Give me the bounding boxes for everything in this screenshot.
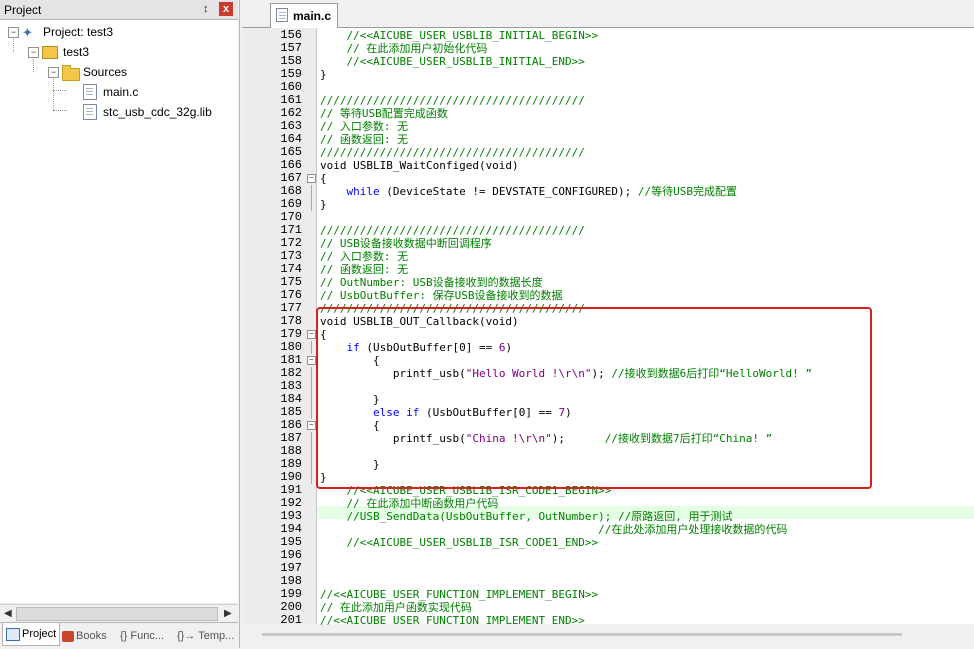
code-line: } <box>320 68 327 81</box>
code-line: } <box>320 198 327 211</box>
annotation-box <box>316 307 872 489</box>
editor-horizontal-scrollbar[interactable] <box>242 625 974 648</box>
editor-tab-strip: main.c <box>242 0 974 28</box>
tab-main-c[interactable]: main.c <box>270 3 338 28</box>
code-line: // USB设备接收数据中断回调程序 <box>320 237 492 250</box>
code-line: // 入口参数: 无 <box>320 120 409 133</box>
scroll-left-icon[interactable]: ◀ <box>4 608 12 619</box>
code-line: //USB_SendData(UsbOutBuffer, OutNumber);… <box>320 510 733 523</box>
project-panel: Project ↕ x − ✦ Project: test3 − test3 −… <box>0 0 240 649</box>
tab-label: main.c <box>293 9 332 23</box>
code-line: // 入口参数: 无 <box>320 250 409 263</box>
panel-tabs: Project Books {} Func... {}→ Temp... <box>0 622 238 649</box>
code-line: //<<AICUBE_USER_USBLIB_INITIAL_END>> <box>320 55 585 68</box>
fold-guide <box>311 445 312 458</box>
code-line: //<<AICUBE_USER_FUNCTION_IMPLEMENT_BEGIN… <box>320 588 599 601</box>
close-icon[interactable]: x <box>219 2 233 16</box>
tab-project[interactable]: Project <box>2 623 61 646</box>
fold-toggle-icon[interactable]: − <box>307 356 316 365</box>
tree-item-main-c[interactable]: main.c <box>0 83 200 101</box>
editor-pane: main.c 156 //<<AICUBE_USER_USBLIB_INITIA… <box>242 0 974 648</box>
tree-item-sources[interactable]: − Sources <box>0 63 200 81</box>
code-line: { <box>320 172 327 185</box>
file-icon <box>83 104 97 120</box>
code-line: // UsbOutBuffer: 保存USB设备接收到的数据 <box>320 289 563 302</box>
fold-guide <box>311 406 312 419</box>
tab-functions[interactable]: {} Func... <box>120 627 164 645</box>
fold-guide <box>311 185 312 198</box>
project-tree: − ✦ Project: test3 − test3 − Sources mai… <box>0 20 238 603</box>
tree-item-label: test3 <box>63 45 90 59</box>
fold-guide <box>311 380 312 393</box>
project-tab-icon <box>6 627 20 641</box>
file-icon <box>276 8 288 22</box>
fold-guide <box>311 471 312 484</box>
tree-item-label: Sources <box>83 65 128 79</box>
tree-item-lib[interactable]: stc_usb_cdc_32g.lib <box>0 103 220 121</box>
books-icon <box>62 630 74 642</box>
target-icon <box>42 46 58 59</box>
tree-item-label: stc_usb_cdc_32g.lib <box>103 105 212 119</box>
collapse-icon[interactable]: − <box>48 67 59 78</box>
tree-item-target[interactable]: − test3 <box>0 43 200 61</box>
project-panel-title: Project <box>4 3 42 17</box>
fold-guide <box>311 367 312 380</box>
project-panel-header: Project ↕ x <box>0 0 238 20</box>
collapse-icon[interactable]: − <box>8 27 19 38</box>
code-line: // 在此添加中断函数用户代码 <box>320 497 499 510</box>
fold-toggle-icon[interactable]: − <box>307 330 316 339</box>
code-line: // 函数返回: 无 <box>320 263 409 276</box>
tree-item-label: Project: test3 <box>43 25 114 39</box>
code-line: void USBLIB_WaitConfiged(void) <box>320 159 519 172</box>
folder-icon <box>62 65 80 81</box>
pin-icon[interactable]: ↕ <box>203 3 209 15</box>
file-icon <box>83 84 97 100</box>
code-line: // OutNumber: USB设备接收到的数据长度 <box>320 276 543 289</box>
tab-books[interactable]: Books <box>62 627 107 645</box>
code-line: while (DeviceState != DEVSTATE_CONFIGURE… <box>346 185 738 198</box>
tree-horizontal-scrollbar[interactable]: ◀ ▶ <box>0 604 238 622</box>
fold-toggle-icon[interactable]: − <box>307 421 316 430</box>
project-icon: ✦ <box>22 25 33 40</box>
code-line: //////////////////////////////////////// <box>320 94 585 107</box>
fold-toggle-icon[interactable]: − <box>307 174 316 183</box>
collapse-icon[interactable]: − <box>28 47 39 58</box>
code-line: //<<AICUBE_USER_USBLIB_ISR_CODE1_END>> <box>320 536 599 549</box>
code-line: // 等待USB配置完成函数 <box>320 107 448 120</box>
code-editor[interactable]: 156 //<<AICUBE_USER_USBLIB_INITIAL_BEGIN… <box>244 28 974 627</box>
fold-guide <box>311 432 312 445</box>
fold-guide <box>311 393 312 406</box>
tab-templates[interactable]: {}→ Temp... <box>177 627 234 645</box>
code-line: // 在此添加用户初始化代码 <box>320 42 488 55</box>
tree-item-project[interactable]: − ✦ Project: test3 <box>0 23 200 41</box>
code-line: //在此处添加用户处理接收数据的代码 <box>320 523 788 536</box>
scrollbar-track[interactable] <box>262 633 902 636</box>
fold-guide <box>311 458 312 471</box>
fold-guide <box>311 341 312 354</box>
tree-item-label: main.c <box>103 85 139 99</box>
code-line: // 在此添加用户函数实现代码 <box>320 601 472 614</box>
code-line: //<<AICUBE_USER_USBLIB_INITIAL_BEGIN>> <box>320 29 599 42</box>
scroll-right-icon[interactable]: ▶ <box>224 608 232 619</box>
scrollbar-thumb[interactable] <box>16 607 218 621</box>
code-line: //////////////////////////////////////// <box>320 146 585 159</box>
fold-guide <box>311 198 312 211</box>
code-line: //////////////////////////////////////// <box>320 224 585 237</box>
code-line: // 函数返回: 无 <box>320 133 409 146</box>
